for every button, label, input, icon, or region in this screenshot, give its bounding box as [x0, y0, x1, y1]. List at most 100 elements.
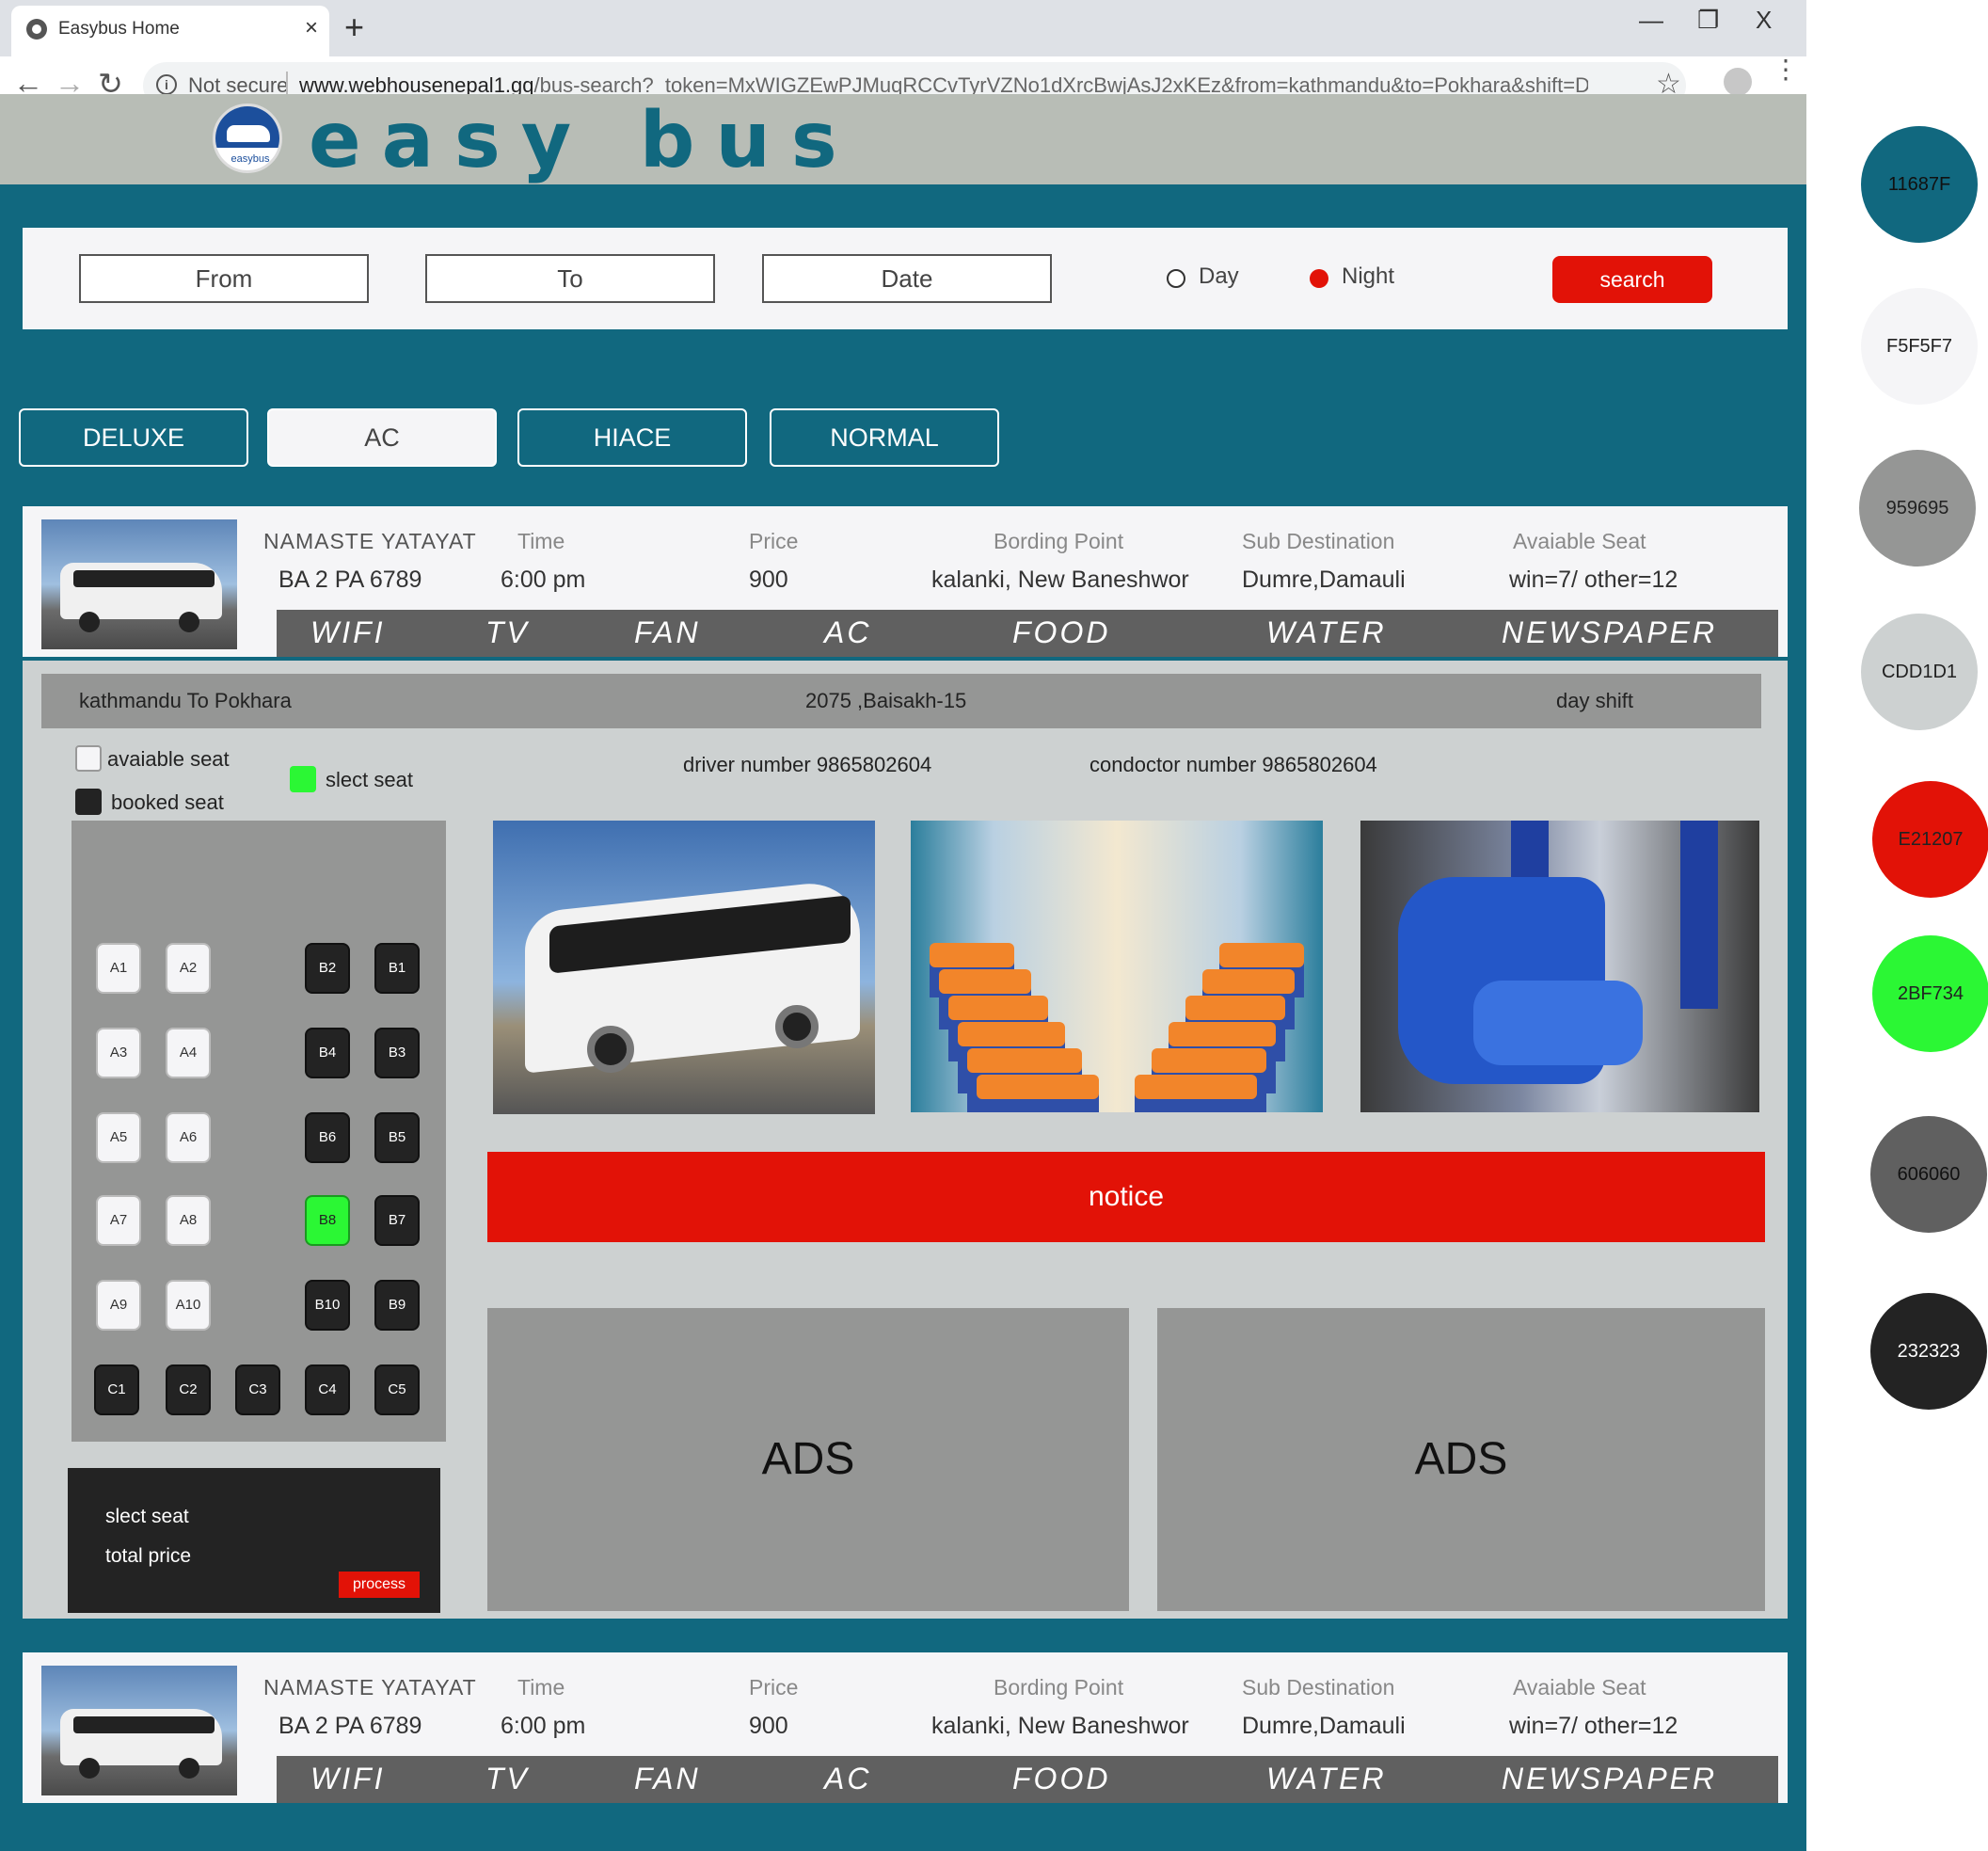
tab-deluxe[interactable]: DELUXE	[19, 408, 248, 467]
minimize-icon[interactable]: —	[1639, 6, 1663, 35]
amenity-newspaper: NEWSPAPER	[1502, 1762, 1718, 1795]
swatch-cdd1d1: CDD1D1	[1861, 614, 1978, 730]
seat-a9[interactable]: A9	[96, 1280, 141, 1331]
ads-left[interactable]: ADS	[487, 1308, 1129, 1611]
boarding-label: Bording Point	[994, 1675, 1124, 1699]
seat-b8[interactable]: B8	[305, 1195, 350, 1246]
seat-map: A1 A2 B2 B1 A3 A4 B4 B3 A5 A6 B6 B5 A7 A8 B8 B7 A9 A10 B10…	[72, 821, 446, 1442]
seat-b9[interactable]: B9	[374, 1280, 420, 1331]
seat-c2[interactable]: C2	[166, 1364, 211, 1415]
tab-ac[interactable]: AC	[267, 408, 497, 467]
seat-a2[interactable]: A2	[166, 943, 211, 994]
browser-tab[interactable]: Easybus Home ×	[11, 6, 329, 56]
browser-menu-icon[interactable]: ⋮	[1773, 56, 1799, 83]
seat-b2[interactable]: B2	[305, 943, 350, 994]
day-radio[interactable]	[1167, 269, 1185, 288]
seat-c3[interactable]: C3	[235, 1364, 280, 1415]
seat-a7[interactable]: A7	[96, 1195, 141, 1246]
conductor-number: condoctor number 9865802604	[1089, 753, 1377, 776]
info-icon[interactable]: i	[156, 74, 177, 95]
new-tab-icon[interactable]: +	[344, 8, 364, 47]
bus-card[interactable]: NAMASTE YATAYAT BA 2 PA 6789 Time 6:00 p…	[23, 1652, 1788, 1803]
available-seat-value: win=7/ other=12	[1509, 1713, 1678, 1739]
restore-icon[interactable]: ❐	[1697, 6, 1719, 35]
seat-c4[interactable]: C4	[305, 1364, 350, 1415]
route-shift: day shift	[1556, 689, 1633, 712]
search-button[interactable]: search	[1552, 256, 1712, 303]
amenity-food: FOOD	[1012, 1762, 1111, 1795]
sub-destination-value: Dumre,Damauli	[1242, 1713, 1406, 1739]
date-input[interactable]: Date	[762, 254, 1052, 303]
seat-a8[interactable]: A8	[166, 1195, 211, 1246]
ads-right[interactable]: ADS	[1157, 1308, 1765, 1611]
bus-thumbnail	[41, 519, 237, 649]
amenity-fan: FAN	[634, 1762, 701, 1795]
seat-a4[interactable]: A4	[166, 1028, 211, 1078]
amenity-wifi: WIFI	[310, 1762, 386, 1795]
process-button[interactable]: process	[339, 1572, 420, 1598]
available-seat-swatch	[75, 745, 102, 772]
available-seat-label: Avaiable Seat	[1513, 529, 1646, 553]
bus-number: BA 2 PA 6789	[278, 1713, 422, 1739]
sub-destination-value: Dumre,Damauli	[1242, 566, 1406, 593]
time-label: Time	[517, 1675, 565, 1699]
seat-b3[interactable]: B3	[374, 1028, 420, 1078]
seat-c1[interactable]: C1	[94, 1364, 139, 1415]
day-label: Day	[1199, 263, 1239, 289]
seat-a5[interactable]: A5	[96, 1112, 141, 1163]
bus-seat-photo	[1360, 821, 1759, 1112]
seat-a1[interactable]: A1	[96, 943, 141, 994]
notice-banner: notice	[487, 1152, 1765, 1242]
available-seat-value: win=7/ other=12	[1509, 566, 1678, 593]
price-value: 900	[749, 1713, 788, 1739]
night-radio[interactable]	[1310, 269, 1328, 288]
swatch-e21207: E21207	[1872, 781, 1988, 898]
bus-exterior-photo	[493, 821, 875, 1114]
search-panel: From To Date Day Night search	[23, 228, 1788, 329]
swatch-959695: 959695	[1859, 450, 1976, 566]
globe-icon	[26, 19, 47, 40]
tab-close-icon[interactable]: ×	[305, 15, 318, 41]
tab-normal[interactable]: NORMAL	[770, 408, 999, 467]
price-label: Price	[749, 1675, 799, 1699]
seat-b4[interactable]: B4	[305, 1028, 350, 1078]
to-input[interactable]: To	[425, 254, 715, 303]
amenity-wifi: WIFI	[310, 615, 386, 649]
from-input[interactable]: From	[79, 254, 369, 303]
route-bar: kathmandu To Pokhara 2075 ,Baisakh-15 da…	[41, 674, 1761, 728]
site-header: easybus easy bus	[0, 94, 1806, 185]
swatch-606060: 606060	[1870, 1116, 1987, 1233]
amenity-ac: AC	[824, 1762, 872, 1795]
route-text: kathmandu To Pokhara	[79, 689, 292, 712]
seat-a10[interactable]: A10	[166, 1280, 211, 1331]
time-value: 6:00 pm	[501, 1713, 586, 1739]
amenity-water: WATER	[1266, 615, 1387, 649]
time-value: 6:00 pm	[501, 566, 586, 593]
bus-card[interactable]: NAMASTE YATAYAT BA 2 PA 6789 Time 6:00 p…	[23, 506, 1788, 657]
seat-b1[interactable]: B1	[374, 943, 420, 994]
seat-b5[interactable]: B5	[374, 1112, 420, 1163]
selected-seat-swatch	[290, 766, 316, 792]
amenity-tv: TV	[485, 1762, 530, 1795]
seat-c5[interactable]: C5	[374, 1364, 420, 1415]
seat-a6[interactable]: A6	[166, 1112, 211, 1163]
logo[interactable]: easybus	[213, 104, 282, 173]
legend-selected: slect seat	[326, 768, 413, 791]
amenity-food: FOOD	[1012, 615, 1111, 649]
amenity-tv: TV	[485, 615, 530, 649]
booked-seat-swatch	[75, 789, 102, 815]
sub-destination-label: Sub Destination	[1242, 529, 1395, 553]
seat-b7[interactable]: B7	[374, 1195, 420, 1246]
tab-hiace[interactable]: HIACE	[517, 408, 747, 467]
seat-a3[interactable]: A3	[96, 1028, 141, 1078]
swatch-2bf734: 2BF734	[1872, 935, 1988, 1052]
price-label: Price	[749, 529, 799, 553]
operator-name: NAMASTE YATAYAT	[263, 529, 477, 553]
app-page: easybus easy bus From To Date Day Night …	[0, 94, 1806, 1851]
legend-booked: booked seat	[111, 790, 224, 814]
profile-avatar[interactable]	[1724, 68, 1752, 96]
close-window-icon[interactable]: X	[1756, 6, 1772, 35]
seat-b6[interactable]: B6	[305, 1112, 350, 1163]
seat-b10[interactable]: B10	[305, 1280, 350, 1331]
bus-thumbnail	[41, 1666, 237, 1795]
